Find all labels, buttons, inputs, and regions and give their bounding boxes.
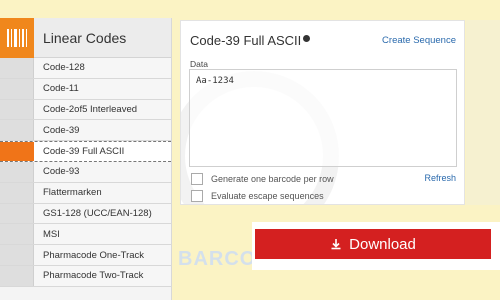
- page-title: Code-39 Full ASCII: [190, 33, 311, 48]
- evaluate-escape-option[interactable]: Evaluate escape sequences: [191, 190, 324, 202]
- download-icon: [330, 238, 342, 250]
- sidebar-item[interactable]: Code-128: [0, 58, 171, 79]
- create-sequence-link[interactable]: Create Sequence: [382, 35, 456, 46]
- barcode-type-sidebar: Linear Codes Code-128 Code-11 Code-2of5 In…: [0, 17, 172, 300]
- sidebar-header-title: Linear Codes: [43, 29, 127, 46]
- barcode-thumbnail-icon: [0, 265, 34, 286]
- sidebar-item[interactable]: MSI: [0, 224, 171, 246]
- sidebar-item[interactable]: Code-39 Full ASCII: [0, 141, 171, 162]
- sidebar-item-label: Code-39: [43, 124, 80, 136]
- data-input[interactable]: Aa-1234: [189, 69, 457, 167]
- barcode-thumbnail-icon: [0, 182, 34, 203]
- barcode-icon: [0, 17, 34, 58]
- refresh-link[interactable]: Refresh: [424, 173, 456, 183]
- sidebar-item[interactable]: Code-93: [0, 161, 171, 183]
- sidebar-item-label: GS1-128 (UCC/EAN-128): [43, 207, 152, 219]
- sidebar-item[interactable]: Code-39: [0, 120, 171, 142]
- sidebar-item-label: Code-2of5 Interleaved: [43, 103, 138, 115]
- sidebar-item-label: MSI: [43, 228, 60, 240]
- sidebar-item[interactable]: Pharmacode One-Track: [0, 245, 171, 266]
- sidebar-item-label: Code-128: [43, 62, 85, 74]
- barcode-thumbnail-icon: [0, 120, 34, 141]
- sidebar-item-label: Code-11: [43, 83, 79, 95]
- sidebar-item-label: Flattermarken: [43, 187, 102, 199]
- sidebar-item-label: Code-93: [43, 166, 80, 178]
- sidebar-item[interactable]: Code-11: [0, 78, 171, 100]
- evaluate-escape-checkbox[interactable]: [191, 190, 203, 202]
- barcode-thumbnail-icon: [0, 142, 34, 161]
- barcode-thumbnail-icon: [0, 161, 34, 182]
- sidebar-item[interactable]: Code-2of5 Interleaved: [0, 99, 171, 121]
- barcode-thumbnail-icon: [0, 78, 34, 99]
- barcode-thumbnail-icon: [0, 245, 34, 265]
- download-button[interactable]: Download: [255, 229, 491, 259]
- sidebar-header[interactable]: Linear Codes: [0, 17, 171, 58]
- download-label: Download: [349, 235, 416, 253]
- info-icon[interactable]: [303, 35, 311, 42]
- barcode-thumbnail-icon: [0, 224, 34, 245]
- sidebar-item[interactable]: GS1-128 (UCC/EAN-128): [0, 203, 171, 225]
- barcode-thumbnail-icon: [0, 99, 34, 120]
- sidebar-item-label: Pharmacode Two-Track: [43, 270, 144, 282]
- evaluate-escape-label: Evaluate escape sequences: [211, 191, 324, 201]
- right-strip: [466, 20, 500, 205]
- generate-per-row-label: Generate one barcode per row: [211, 174, 334, 184]
- generate-per-row-option[interactable]: Generate one barcode per row: [191, 173, 334, 185]
- sidebar-item[interactable]: Flattermarken: [0, 182, 171, 204]
- sidebar-item-label: Code-39 Full ASCII: [43, 146, 125, 158]
- page-title-text: Code-39 Full ASCII: [190, 33, 302, 48]
- barcode-thumbnail-icon: [0, 58, 34, 78]
- sidebar-item[interactable]: Pharmacode Two-Track: [0, 265, 171, 287]
- generate-per-row-checkbox[interactable]: [191, 173, 203, 185]
- sidebar-item-label: Pharmacode One-Track: [43, 249, 145, 261]
- download-area: Download: [252, 222, 500, 270]
- data-label: Data: [190, 59, 208, 69]
- barcode-thumbnail-icon: [0, 203, 34, 224]
- sidebar-list: Code-128 Code-11 Code-2of5 Interleaved Code…: [0, 58, 171, 287]
- barcode-editor-panel: Code-39 Full ASCII Create Sequence Data …: [180, 20, 465, 205]
